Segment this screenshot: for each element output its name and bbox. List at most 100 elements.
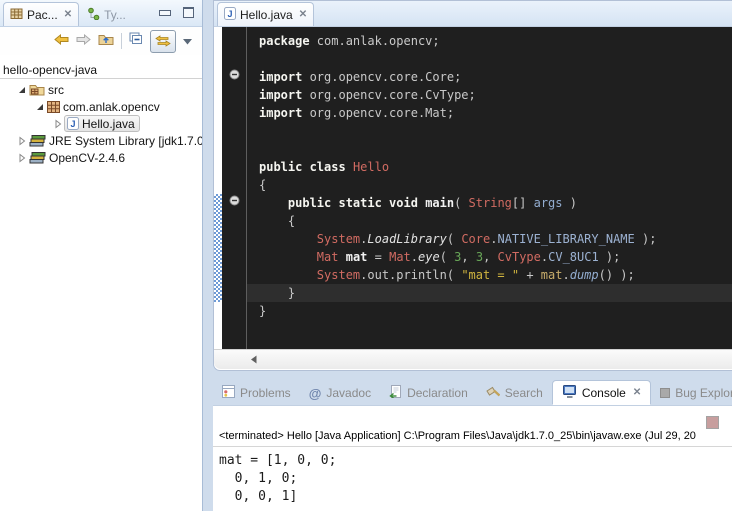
expanded-twistie-icon[interactable] bbox=[16, 85, 28, 95]
tab-label: Hello.java bbox=[240, 8, 293, 22]
fold-minus-icon[interactable] bbox=[229, 67, 240, 85]
console-status-line: <terminated> Hello [Java Application] C:… bbox=[213, 430, 732, 447]
tree-item-jre-library[interactable]: JRE System Library [jdk1.7.0 bbox=[0, 132, 202, 149]
explorer-tree: hello-opencv-java src com.anlak.opencv bbox=[0, 55, 202, 166]
code-line[interactable]: Mat mat = Mat.eye( 3, 3, CvType.CV_8UC1 … bbox=[247, 248, 732, 266]
tab-label: Console bbox=[582, 386, 626, 400]
source-folder-icon bbox=[29, 83, 45, 96]
package-explorer-view: Pac... ✕ Ty... bbox=[0, 0, 203, 511]
tab-label: Javadoc bbox=[326, 386, 371, 400]
scroll-left-arrow-icon[interactable] bbox=[250, 355, 258, 364]
tab-hello-java[interactable]: J Hello.java ✕ bbox=[217, 2, 314, 26]
code-line[interactable]: } bbox=[247, 284, 732, 302]
tree-item-src[interactable]: src bbox=[0, 81, 202, 98]
close-icon[interactable]: ✕ bbox=[64, 9, 72, 20]
tree-item-opencv-library[interactable]: OpenCV-2.4.6 bbox=[0, 149, 202, 166]
folding-ruler[interactable] bbox=[222, 27, 246, 349]
link-with-editor-icon bbox=[155, 35, 171, 47]
editor-area: J Hello.java ✕ package com.anlak.opencv;… bbox=[213, 0, 732, 371]
code-line[interactable]: public static void main( String[] args ) bbox=[247, 194, 732, 212]
code-line[interactable]: System.out.println( "mat = " + mat.dump(… bbox=[247, 266, 732, 284]
console-view: Problems @ Javadoc Declaration Search bbox=[213, 379, 732, 511]
tab-bug-explorer[interactable]: Bug Explorer bbox=[651, 381, 732, 405]
svg-text:J: J bbox=[70, 119, 75, 129]
java-file-icon: J bbox=[224, 7, 236, 23]
svg-text:J: J bbox=[227, 9, 232, 19]
collapsed-twistie-icon[interactable] bbox=[16, 153, 28, 163]
collapsed-twistie-icon[interactable] bbox=[16, 136, 28, 146]
explorer-tab-bar: Pac... ✕ Ty... bbox=[0, 0, 202, 27]
tab-label: Problems bbox=[240, 386, 291, 400]
code-line[interactable] bbox=[247, 140, 732, 158]
range-indicator bbox=[214, 194, 222, 302]
link-with-editor-button[interactable] bbox=[150, 30, 176, 53]
code-line[interactable]: { bbox=[247, 176, 732, 194]
code-line[interactable] bbox=[247, 50, 732, 68]
search-icon bbox=[486, 386, 500, 401]
bug-explorer-icon bbox=[660, 388, 670, 398]
tab-label: Ty... bbox=[104, 8, 126, 22]
maximize-icon[interactable] bbox=[183, 7, 194, 18]
code-line[interactable]: public class Hello bbox=[247, 158, 732, 176]
code-line[interactable]: import org.opencv.core.CvType; bbox=[247, 86, 732, 104]
vertical-sash[interactable] bbox=[202, 0, 213, 511]
explorer-toolbar bbox=[0, 27, 202, 55]
selected-tree-item[interactable]: J Hello.java bbox=[64, 115, 140, 132]
collapsed-twistie-icon[interactable] bbox=[52, 119, 64, 129]
close-icon[interactable]: ✕ bbox=[633, 387, 641, 398]
collapse-all-icon[interactable] bbox=[129, 32, 143, 50]
tree-item-label: com.anlak.opencv bbox=[63, 100, 160, 114]
tab-label: Declaration bbox=[407, 386, 468, 400]
tab-declaration[interactable]: Declaration bbox=[380, 381, 477, 405]
tab-label: Search bbox=[505, 386, 543, 400]
library-icon bbox=[29, 151, 46, 164]
code-lines[interactable]: package com.anlak.opencv; import org.ope… bbox=[246, 27, 732, 349]
console-icon bbox=[562, 385, 577, 401]
tab-javadoc[interactable]: @ Javadoc bbox=[300, 381, 380, 405]
code-line[interactable]: System.LoadLibrary( Core.NATIVE_LIBRARY_… bbox=[247, 230, 732, 248]
code-line[interactable]: package com.anlak.opencv; bbox=[247, 32, 732, 50]
code-line[interactable]: import org.opencv.core.Mat; bbox=[247, 104, 732, 122]
console-tab-bar: Problems @ Javadoc Declaration Search bbox=[213, 379, 732, 405]
library-icon bbox=[29, 134, 46, 147]
java-file-icon: J bbox=[67, 117, 79, 130]
tree-item-package[interactable]: com.anlak.opencv bbox=[0, 98, 202, 115]
eclipse-workbench: Pac... ✕ Ty... bbox=[0, 0, 732, 511]
horizontal-scrollbar[interactable] bbox=[214, 349, 732, 369]
code-line[interactable] bbox=[247, 122, 732, 140]
tab-label: Pac... bbox=[27, 8, 58, 22]
console-output[interactable]: mat = [1, 0, 0; 0, 1, 0; 0, 0, 1] bbox=[219, 452, 732, 506]
problems-icon bbox=[222, 385, 235, 401]
tab-package-explorer[interactable]: Pac... ✕ bbox=[3, 2, 79, 26]
code-line[interactable]: } bbox=[247, 302, 732, 320]
tree-item-label: JRE System Library [jdk1.7.0 bbox=[49, 134, 202, 148]
console-body: <terminated> Hello [Java Application] C:… bbox=[213, 405, 732, 511]
tree-item-hello-java[interactable]: J Hello.java bbox=[0, 115, 202, 132]
type-hierarchy-icon bbox=[87, 7, 100, 23]
minimize-icon[interactable] bbox=[159, 10, 171, 16]
fold-minus-icon[interactable] bbox=[229, 193, 240, 211]
tab-problems[interactable]: Problems bbox=[213, 381, 300, 405]
tree-item-label: src bbox=[48, 83, 64, 97]
view-menu-icon[interactable] bbox=[183, 32, 192, 50]
back-arrow-icon[interactable] bbox=[54, 32, 69, 50]
code-line[interactable]: { bbox=[247, 212, 732, 230]
editor-body: package com.anlak.opencv; import org.ope… bbox=[214, 27, 732, 349]
annotation-ruler[interactable] bbox=[214, 27, 222, 349]
forward-arrow-icon[interactable] bbox=[76, 32, 91, 50]
toolbar-separator bbox=[121, 33, 122, 49]
terminate-button[interactable] bbox=[706, 416, 719, 429]
tab-search[interactable]: Search bbox=[477, 381, 552, 405]
tab-console[interactable]: Console ✕ bbox=[552, 380, 651, 405]
code-line[interactable]: import org.opencv.core.Core; bbox=[247, 68, 732, 86]
package-icon bbox=[47, 101, 60, 113]
package-explorer-icon bbox=[10, 7, 23, 23]
up-folder-icon[interactable] bbox=[98, 32, 114, 50]
close-icon[interactable]: ✕ bbox=[299, 9, 307, 20]
expanded-twistie-icon[interactable] bbox=[34, 102, 46, 112]
horizontal-sash[interactable] bbox=[213, 369, 732, 379]
javadoc-icon: @ bbox=[309, 386, 322, 401]
tree-item-label: OpenCV-2.4.6 bbox=[49, 151, 125, 165]
tree-item-project[interactable]: hello-opencv-java bbox=[0, 62, 202, 79]
tab-type-hierarchy[interactable]: Ty... bbox=[79, 3, 134, 26]
